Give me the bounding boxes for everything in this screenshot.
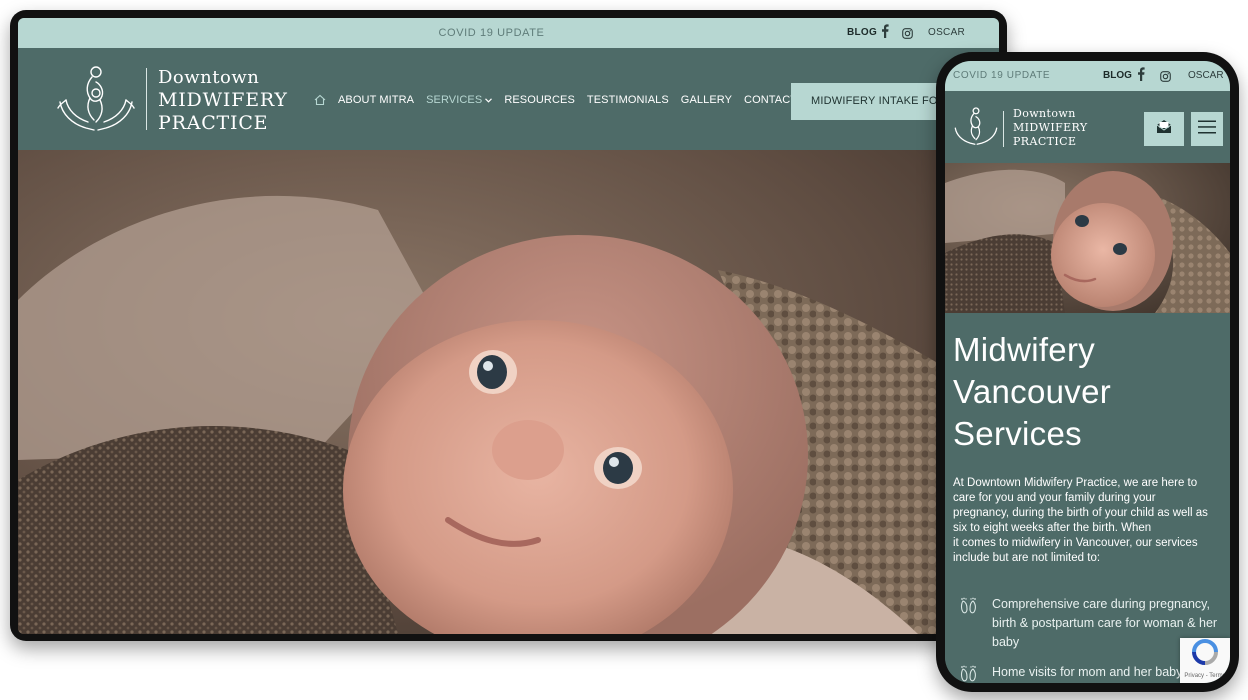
envelope-form-icon <box>1156 119 1172 139</box>
nav-about[interactable]: ABOUT MITRA <box>338 94 414 106</box>
mother-hands-logo-icon[interactable] <box>953 105 999 154</box>
newborn-baby-photo <box>945 163 1230 313</box>
mobile-top-bar: COVID 19 UPDATE BLOG OSCAR <box>945 61 1230 91</box>
logo-line-3: PRACTICE <box>158 112 269 134</box>
recaptcha-icon <box>1191 638 1219 671</box>
page-title-line-2: Vancouver <box>953 373 1112 410</box>
logo-line-1: Downtown <box>158 67 260 88</box>
mobile-hero-image <box>945 163 1230 313</box>
logo-divider <box>146 68 147 130</box>
nav-gallery[interactable]: GALLERY <box>681 94 732 106</box>
blog-link[interactable]: BLOG <box>847 27 877 38</box>
intro-paragraph: At Downtown Midwifery Practice, we are h… <box>953 476 1225 566</box>
mobile-intake-form-button[interactable] <box>1144 112 1184 146</box>
chevron-down-icon <box>485 97 493 103</box>
main-nav: ABOUT MITRA SERVICES RESOURCES TESTIMONI… <box>314 94 828 106</box>
intro-line-5: it comes to midwifery in Vancouver, our … <box>953 537 1198 549</box>
intro-line-3: pregnancy, during the birth of your chil… <box>953 507 1208 519</box>
instagram-icon[interactable] <box>1160 69 1171 87</box>
oscar-link[interactable]: OSCAR <box>928 27 965 38</box>
facebook-icon[interactable] <box>881 24 889 43</box>
intro-line-2: care for you and your family during your <box>953 492 1156 504</box>
logo-line-1: Downtown <box>1013 107 1076 120</box>
logo-divider <box>1003 111 1004 147</box>
page-title: Midwifery Vancouver Services <box>953 329 1213 455</box>
mobile-services-content: Midwifery Vancouver Services At Downtown… <box>945 313 1230 683</box>
intro-line-4: six to eight weeks after the birth. When <box>953 522 1152 534</box>
nav-testimonials[interactable]: TESTIMONIALS <box>587 94 669 106</box>
intro-line-6: include but are not limited to: <box>953 552 1101 564</box>
baby-feet-icon <box>959 665 979 683</box>
site-header: Downtown MIDWIFERY PRACTICE ABOUT MITRA … <box>18 48 999 150</box>
logo-line-2: MIDWIFERY <box>158 89 288 111</box>
nav-resources[interactable]: RESOURCES <box>504 94 575 106</box>
mobile-site-logo[interactable]: Downtown MIDWIFERY PRACTICE <box>1013 107 1088 149</box>
hero-image <box>18 150 999 634</box>
page-title-line-3: Services <box>953 415 1082 452</box>
baby-feet-icon <box>959 597 979 620</box>
logo-line-3: PRACTICE <box>1013 135 1077 148</box>
phone-device-frame: COVID 19 UPDATE BLOG OSCAR Downtown MIDW… <box>936 52 1239 692</box>
facebook-icon[interactable] <box>1137 67 1145 86</box>
hamburger-menu-button[interactable] <box>1191 112 1223 146</box>
page-title-line-1: Midwifery <box>953 331 1096 368</box>
instagram-icon[interactable] <box>902 26 913 44</box>
recaptcha-badge[interactable]: Privacy - Terms <box>1180 638 1230 683</box>
logo-line-2: MIDWIFERY <box>1013 121 1088 134</box>
home-icon[interactable] <box>314 94 326 106</box>
mobile-blog-link[interactable]: BLOG <box>1103 70 1132 81</box>
top-bar: COVID 19 UPDATE BLOG OSCAR <box>18 18 999 48</box>
nav-services[interactable]: SERVICES <box>426 94 493 106</box>
desktop-device-frame: COVID 19 UPDATE BLOG OSCAR Downtown MIDW… <box>10 10 1007 641</box>
mobile-oscar-link[interactable]: OSCAR <box>1188 70 1224 81</box>
desktop-screen: COVID 19 UPDATE BLOG OSCAR Downtown MIDW… <box>18 18 999 634</box>
intro-line-1: At Downtown Midwifery Practice, we are h… <box>953 477 1198 489</box>
mother-hands-logo-icon[interactable] <box>56 62 136 143</box>
covid-update-link[interactable]: COVID 19 UPDATE <box>18 27 965 39</box>
hamburger-menu-icon <box>1198 120 1216 139</box>
newborn-baby-photo <box>18 150 999 634</box>
mobile-covid-update-link[interactable]: COVID 19 UPDATE <box>953 70 1050 81</box>
site-logo[interactable]: Downtown MIDWIFERY PRACTICE <box>158 66 288 135</box>
nav-services-label: SERVICES <box>426 94 483 106</box>
recaptcha-text[interactable]: Privacy - Terms <box>1184 673 1225 679</box>
phone-screen: COVID 19 UPDATE BLOG OSCAR Downtown MIDW… <box>945 61 1230 683</box>
mobile-header: Downtown MIDWIFERY PRACTICE <box>945 91 1230 163</box>
